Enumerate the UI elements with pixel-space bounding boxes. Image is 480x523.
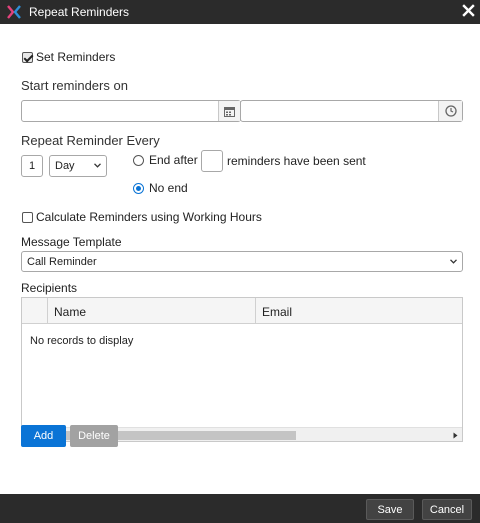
template-value: Call Reminder: [27, 255, 97, 268]
start-reminders-label: Start reminders on: [21, 78, 128, 93]
set-reminders-row: Set Reminders: [22, 50, 115, 64]
end-after-label: End after: [149, 153, 198, 167]
start-time-input[interactable]: [240, 100, 463, 122]
repeat-label: Repeat Reminder Every: [21, 133, 160, 148]
start-date-input[interactable]: [21, 100, 241, 122]
delete-button[interactable]: Delete: [70, 425, 118, 447]
working-hours-row: Calculate Reminders using Working Hours: [22, 210, 262, 224]
app-logo-icon: [7, 5, 21, 19]
no-end-label: No end: [149, 181, 188, 195]
dialog-titlebar: Repeat Reminders: [0, 0, 480, 24]
interval-unit-select[interactable]: Day: [49, 155, 107, 177]
recipients-label: Recipients: [21, 281, 78, 295]
clock-icon: [444, 105, 457, 117]
cancel-button[interactable]: Cancel: [422, 499, 472, 520]
dialog-footer: Save Cancel: [0, 494, 480, 523]
dialog-body: Set Reminders Start reminders on Repeat …: [0, 24, 480, 494]
empty-grid-message: No records to display: [30, 335, 134, 347]
no-end-radio[interactable]: [133, 182, 144, 194]
reminders-sent-label: reminders have been sent: [227, 154, 366, 168]
working-hours-label: Calculate Reminders using Working Hours: [36, 210, 262, 224]
grid-header: Name Email: [22, 298, 462, 324]
column-header-email[interactable]: Email: [262, 305, 292, 319]
calendar-icon: [224, 106, 235, 117]
chevron-down-icon: [94, 163, 101, 168]
end-after-row: End after: [133, 153, 198, 167]
end-after-radio[interactable]: [133, 154, 144, 166]
set-reminders-label: Set Reminders: [36, 50, 116, 64]
template-label: Message Template: [21, 235, 122, 249]
interval-input[interactable]: 1: [21, 155, 43, 177]
save-button[interactable]: Save: [366, 499, 414, 520]
template-select[interactable]: Call Reminder: [21, 251, 463, 272]
working-hours-checkbox[interactable]: [22, 211, 33, 223]
set-reminders-checkbox[interactable]: [22, 51, 33, 63]
calendar-button[interactable]: [218, 101, 240, 121]
end-after-count-input[interactable]: [201, 150, 223, 172]
scroll-right-icon[interactable]: [453, 432, 458, 439]
clock-button[interactable]: [438, 101, 462, 121]
interval-unit-value: Day: [55, 160, 75, 172]
add-button[interactable]: Add: [21, 425, 66, 447]
recipients-grid: Name Email No records to display: [21, 297, 463, 442]
no-end-row: No end: [133, 181, 188, 195]
column-header-name[interactable]: Name: [54, 305, 86, 319]
close-icon[interactable]: [462, 4, 475, 17]
dialog-title: Repeat Reminders: [29, 5, 130, 19]
chevron-down-icon: [450, 258, 457, 264]
